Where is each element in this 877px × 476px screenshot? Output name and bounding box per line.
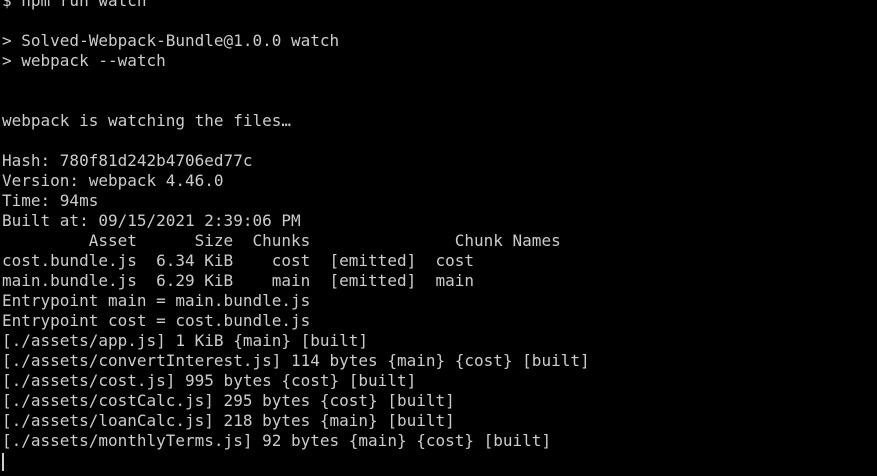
built-at-line: Built at: 09/15/2021 2:39:06 PM	[2, 211, 301, 230]
entrypoint-line: Entrypoint main = main.bundle.js	[2, 291, 311, 310]
asset-table-row: main.bundle.js 6.29 KiB main [emitted] m…	[2, 271, 475, 290]
watch-status-line: webpack is watching the files…	[2, 111, 291, 130]
asset-table-header: Asset Size Chunks Chunk Names	[2, 231, 561, 250]
module-line: [./assets/costCalc.js] 295 bytes {cost} …	[2, 391, 455, 410]
module-line: [./assets/loanCalc.js] 218 bytes {main} …	[2, 411, 455, 430]
terminal-window[interactable]: $ npm run watch > Solved-Webpack-Bundle@…	[0, 0, 877, 476]
asset-table-row: cost.bundle.js 6.34 KiB cost [emitted] c…	[2, 251, 475, 270]
text-cursor	[2, 453, 4, 471]
module-line: [./assets/app.js] 1 KiB {main} [built]	[2, 331, 369, 350]
hash-line: Hash: 780f81d242b4706ed77c	[2, 151, 253, 170]
module-line: [./assets/cost.js] 995 bytes {cost} [bui…	[2, 371, 417, 390]
version-line: Version: webpack 4.46.0	[2, 171, 224, 190]
npm-script-command-line: > webpack --watch	[2, 51, 166, 70]
time-line: Time: 94ms	[2, 191, 99, 210]
module-line: [./assets/convertInterest.js] 114 bytes …	[2, 351, 590, 370]
npm-script-line: > Solved-Webpack-Bundle@1.0.0 watch	[2, 31, 340, 50]
entrypoint-line: Entrypoint cost = cost.bundle.js	[2, 311, 311, 330]
command-prompt-line: $ npm run watch	[2, 0, 147, 10]
module-line: [./assets/monthlyTerms.js] 92 bytes {mai…	[2, 431, 552, 450]
